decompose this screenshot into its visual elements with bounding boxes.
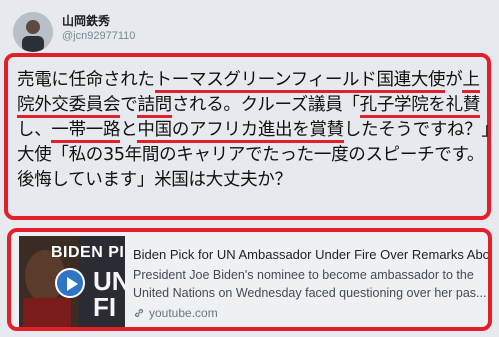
user-handle[interactable]: @jcn92977110 (62, 30, 135, 42)
tweet-text-segment: 売電に任命された (17, 70, 155, 90)
video-thumbnail[interactable]: BIDEN PI UN FI (19, 236, 125, 327)
card-text: Biden Pick for UN Ambassador Under Fire … (133, 246, 488, 322)
play-icon[interactable] (55, 268, 85, 298)
highlighted-text: 中国のアフリカ進出を賞賛 (137, 120, 344, 143)
card-domain-text: youtube.com (149, 306, 218, 320)
card-domain[interactable]: youtube.com (133, 304, 488, 322)
card-description: President Joe Biden's nominee to become … (133, 268, 474, 282)
tweet-header: 山岡鉄秀 @jcn92977110 (0, 0, 499, 54)
thumbnail-caption: BIDEN PI (51, 244, 125, 261)
highlighted-text: 孔子学院を礼賛 (359, 95, 480, 118)
tweet-text-segment: し、 (17, 120, 52, 140)
tweet-text-segment: と (120, 120, 138, 140)
card-title[interactable]: Biden Pick for UN Ambassador Under Fire … (133, 246, 488, 264)
tweet-body-highlight-box: 売電に任命されたトーマスグリーンフィールド国連大使が上院外交委員会で詰問される。… (4, 53, 491, 220)
avatar-image (13, 12, 53, 52)
tweet-text-segment: で (120, 95, 138, 115)
highlighted-text: トーマスグリーンフィールド国連大使 (154, 70, 446, 93)
user-display-name[interactable]: 山岡鉄秀 (62, 12, 110, 29)
thumbnail-caption: FI (93, 292, 117, 322)
avatar[interactable] (13, 12, 53, 52)
highlighted-text: 一帯一路 (51, 120, 121, 143)
link-icon (134, 308, 144, 318)
tweet-text-segment: される。クルーズ議員「 (171, 95, 360, 115)
link-preview-card[interactable]: BIDEN PI UN FI Biden Pick for UN Ambassa… (7, 228, 492, 331)
tweet-text: 売電に任命されたトーマスグリーンフィールド国連大使が上院外交委員会で詰問される。… (17, 68, 491, 193)
card-description: United Nations on Wednesday faced questi… (133, 286, 487, 300)
highlighted-text: 詰問 (137, 95, 172, 118)
tweet-text-segment: が (445, 70, 463, 90)
